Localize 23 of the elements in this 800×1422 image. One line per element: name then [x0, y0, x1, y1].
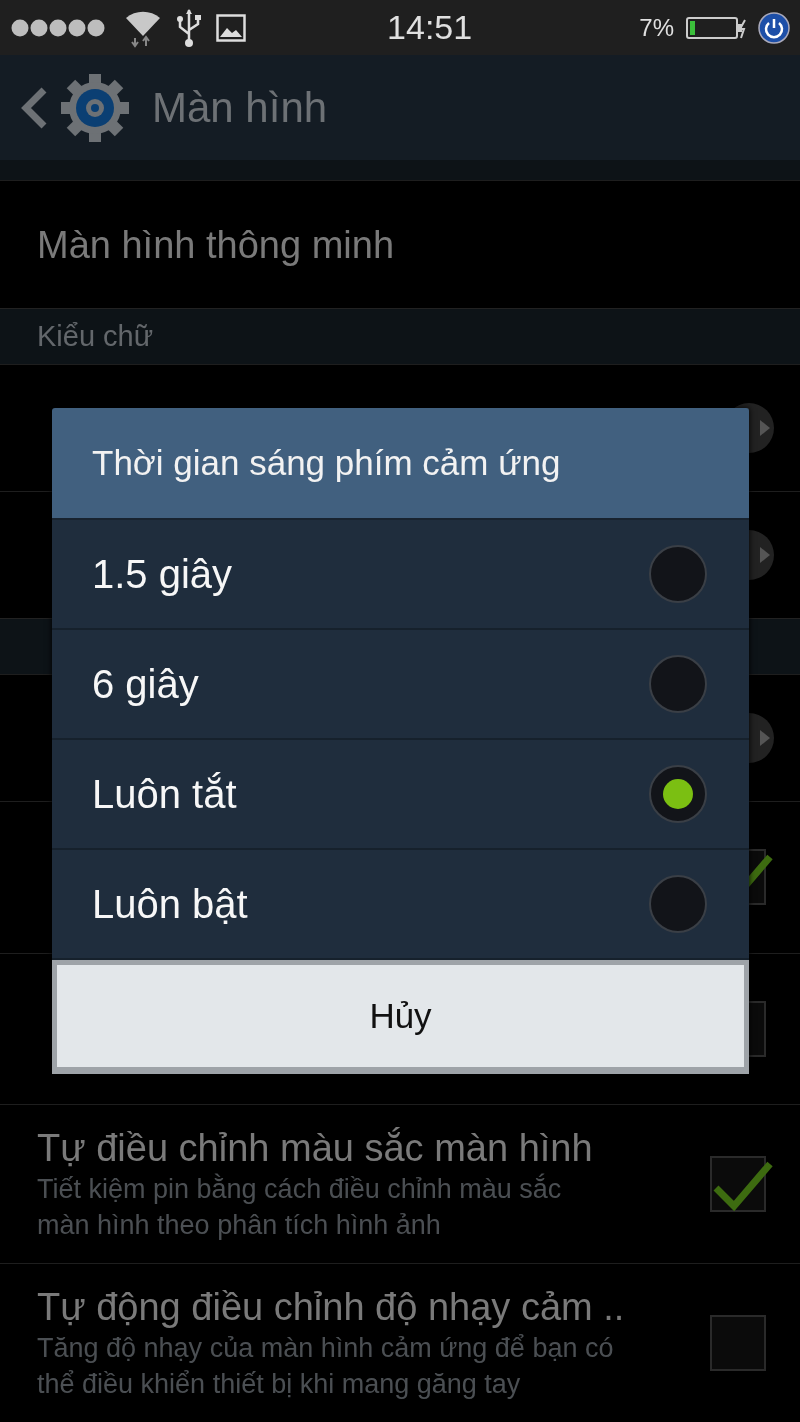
cancel-button[interactable]: Hủy [57, 965, 744, 1067]
usb-icon [176, 7, 202, 48]
clock: 14:51 [386, 8, 474, 47]
battery-icon [686, 16, 746, 39]
option-label: 1.5 giây [92, 551, 234, 597]
setting-description: Tăng độ nhạy của màn hình cảm ứng để bạn có [37, 1332, 615, 1365]
section-header: Kiểu chữ [0, 308, 800, 364]
option-label: Luôn bật [92, 881, 249, 927]
option-label: Luôn tắt [92, 771, 238, 817]
setting-description: Tiết kiệm pin bằng cách điều chỉnh màu sắc [37, 1172, 563, 1206]
back-icon[interactable] [20, 85, 48, 130]
image-icon [216, 13, 246, 42]
power-icon [758, 11, 790, 44]
screen-title: Màn hình [152, 83, 328, 132]
setting-title: Tự động điều chỉnh độ nhạy cảm .. [37, 1285, 626, 1330]
battery-percent: 7% [639, 13, 674, 42]
setting-title: Màn hình thông minh [37, 222, 395, 268]
setting-title: Tự điều chỉnh màu sắc màn hình [37, 1126, 594, 1171]
gear-icon [60, 72, 130, 143]
option-label: 6 giây [92, 661, 200, 707]
dialog-title: Thời gian sáng phím cảm ứng [52, 408, 749, 520]
setting-description: thể điều khiển thiết bị khi mang găng tay [37, 1368, 522, 1401]
setting-description: màn hình theo phân tích hình ảnh [37, 1209, 442, 1242]
